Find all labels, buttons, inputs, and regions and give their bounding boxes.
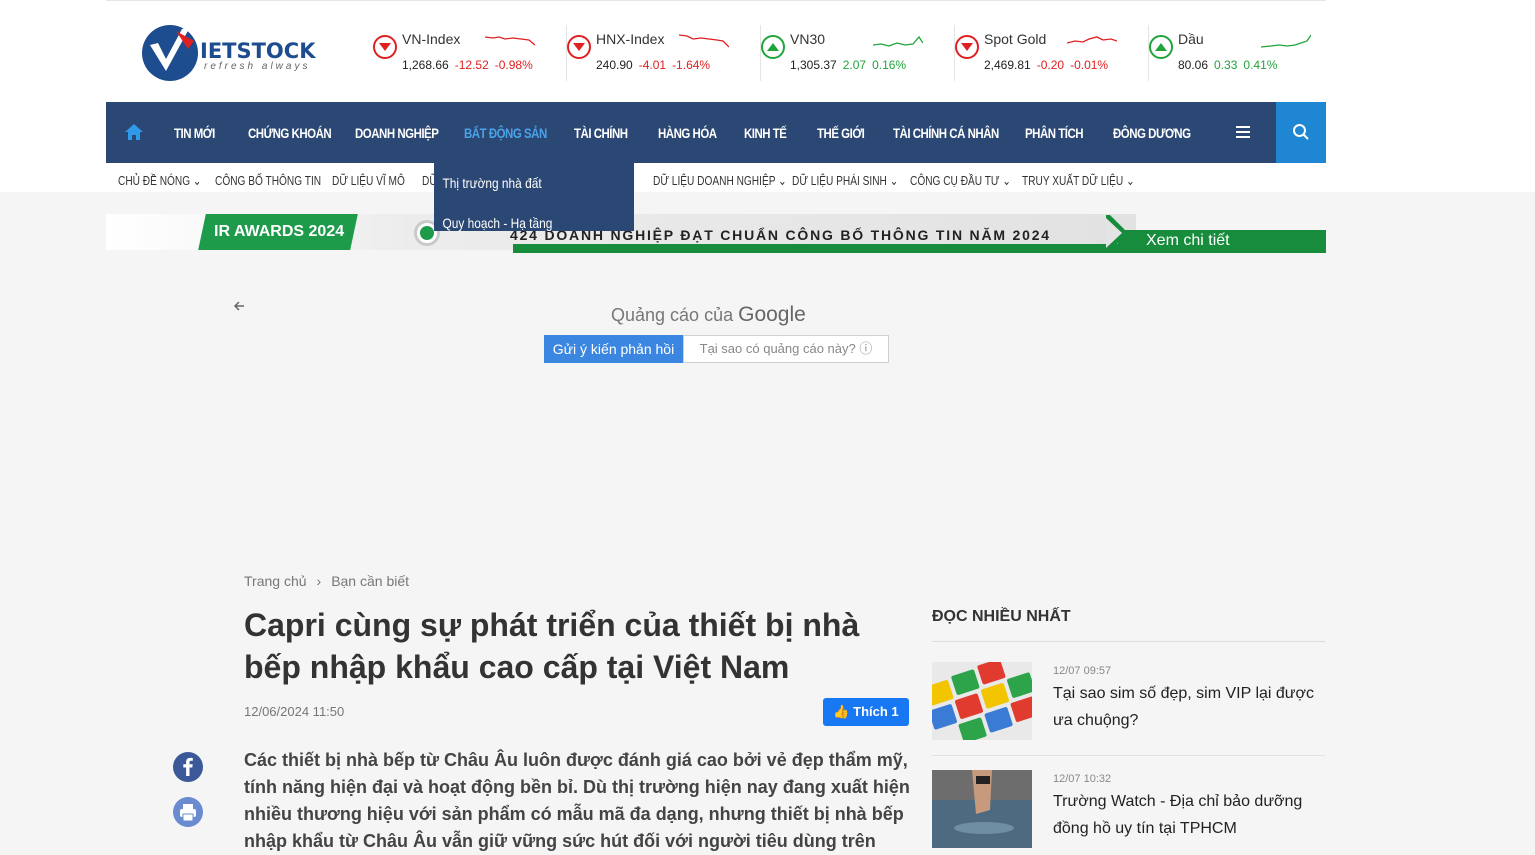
breadcrumb: Trang chủ › Bạn cần biết [244, 573, 409, 589]
sparkline [1261, 34, 1311, 48]
vietstock-logo[interactable]: IETSTOCK refresh always [140, 21, 330, 83]
main-nav: TIN MỚI CHỨNG KHOÁN DOANH NGHIỆP BẤT ĐỘN… [106, 102, 1326, 163]
sub-nav: CHỦ ĐỀ NÓNG ⌄ CÔNG BỐ THÔNG TIN DỮ LIỆU … [106, 163, 1326, 195]
back-arrow-icon[interactable] [232, 299, 246, 313]
ticker-pct: 0.16% [872, 58, 907, 72]
up-arrow-icon [1149, 35, 1173, 59]
facebook-share-icon[interactable] [173, 752, 203, 782]
facebook-like-button[interactable]: 👍 Thích 1 [823, 698, 909, 726]
ticker-name: Dầu [1178, 31, 1204, 47]
ir-awards-banner[interactable]: IR AWARDS 2024 424 DOANH NGHIỆP ĐẠT CHUẨ… [106, 210, 1326, 254]
subnav-cong-bo-thong-tin[interactable]: CÔNG BỐ THÔNG TIN [215, 173, 321, 188]
subnav-du-lieu-doanh-nghiep[interactable]: DỮ LIỆU DOANH NGHIỆP ⌄ [653, 173, 787, 189]
ad-why-button[interactable]: Tại sao có quảng cáo này? ⓘ [683, 335, 889, 363]
down-arrow-icon [955, 35, 979, 59]
ticker-value: 1,268.66 [402, 58, 449, 72]
ticker-vn-index[interactable]: VN-Index 1,268.66 -12.52 -0.98% [373, 25, 567, 81]
ticker-change: 0.33 [1214, 58, 1238, 72]
print-icon[interactable] [173, 797, 203, 827]
sidebar-item-title[interactable]: Tại sao sim số đẹp, sim VIP lại được ưa … [1053, 680, 1325, 734]
nav-items: TIN MỚI CHỨNG KHOÁN DOANH NGHIỆP BẤT ĐỘN… [174, 102, 1209, 163]
logo-wordmark: IETSTOCK [200, 39, 316, 63]
ticker-vn30[interactable]: VN30 1,305.37 2.07 0.16% [761, 25, 955, 81]
ticker-name: VN-Index [402, 31, 461, 47]
sparkline [485, 36, 535, 46]
ticker-name: Spot Gold [984, 31, 1047, 47]
ticker-change: -12.52 [454, 58, 489, 72]
logo-globe-icon [142, 25, 198, 81]
article-date: 12/06/2024 11:50 [244, 704, 345, 719]
ticker-pct: -0.98% [494, 58, 533, 72]
sidebar-title: ĐỌC NHIỀU NHẤT [932, 608, 1071, 625]
ticker-pct: -0.01% [1070, 58, 1109, 72]
breadcrumb-home[interactable]: Trang chủ [244, 573, 307, 589]
thumbs-up-icon: 👍 [833, 704, 850, 719]
dropdown-quy-hoach-ha-tang[interactable]: Quy hoạch - Hạ tầng [434, 215, 604, 231]
sidebar-item[interactable]: 12/07 10:32 Trường Watch - Địa chỉ bảo d… [932, 770, 1325, 852]
nav-bat-dong-san[interactable]: BẤT ĐỘNG SẢN [464, 125, 549, 141]
ticker-name: VN30 [790, 31, 826, 47]
down-arrow-icon [567, 35, 591, 59]
ticker-change: 2.07 [842, 58, 867, 72]
nav-dong-duong[interactable]: ĐÔNG DƯƠNG [1113, 125, 1191, 141]
nav-dropdown-bat-dong-san: Thị trường nhà đất Quy hoạch - Hạ tầng [434, 163, 634, 231]
sidebar-item-time: 12/07 10:32 [1053, 773, 1112, 785]
ticker-oil[interactable]: Dầu 80.06 0.33 0.41% [1149, 25, 1343, 81]
sidebar-item[interactable]: 12/07 09:57 Tại sao sim số đẹp, sim VIP … [932, 662, 1325, 744]
subnav-du-lieu-phai-sinh[interactable]: DỮ LIỆU PHÁI SINH ⌄ [792, 173, 898, 189]
ticker-value: 80.06 [1178, 58, 1209, 72]
subnav-du-lieu-vi-mo[interactable]: DỮ LIỆU VĨ MÔ [332, 173, 405, 188]
dropdown-thi-truong-nha-dat[interactable]: Thị trường nhà đất [434, 175, 604, 191]
nav-chung-khoan[interactable]: CHỨNG KHOÁN [248, 125, 332, 141]
sim-cards-thumbnail [932, 662, 1032, 740]
home-icon[interactable] [124, 122, 144, 142]
ticker-name: HNX-Index [596, 31, 665, 47]
nav-tai-chinh-ca-nhan[interactable]: TÀI CHÍNH CÁ NHÂN [893, 125, 999, 141]
subnav-chu-de-nong[interactable]: CHỦ ĐỀ NÓNG ⌄ [118, 173, 201, 189]
nav-tai-chinh[interactable]: TÀI CHÍNH [574, 125, 638, 141]
up-arrow-icon [761, 35, 785, 59]
ticker-value: 240.90 [596, 58, 633, 72]
nav-the-gioi[interactable]: THẾ GIỚI [817, 125, 874, 141]
ticker-pct: -1.64% [672, 58, 711, 72]
sidebar-item-title[interactable]: Trường Watch - Địa chỉ bảo dưỡng đồng hồ… [1053, 788, 1325, 842]
ticker-change: -4.01 [638, 58, 667, 72]
hamburger-menu-icon[interactable] [1234, 122, 1254, 142]
nav-hang-hoa[interactable]: HÀNG HÓA [658, 125, 724, 141]
site-header: IETSTOCK refresh always VN-Index 1,268.6… [106, 0, 1326, 102]
sparkline [873, 35, 923, 47]
ticker-pct: 0.41% [1243, 58, 1278, 72]
breadcrumb-category[interactable]: Bạn cần biết [331, 573, 409, 589]
search-icon [1293, 124, 1309, 140]
ad-feedback-button[interactable]: Gửi ý kiến phản hồi [544, 335, 683, 363]
search-button[interactable] [1276, 102, 1326, 163]
ticker-value: 1,305.37 [790, 58, 837, 72]
nav-phan-tich[interactable]: PHÂN TÍCH [1025, 125, 1092, 141]
banner-cta-link[interactable]: Xem chi tiết [1146, 232, 1230, 250]
sparkline [1067, 36, 1117, 44]
article-title: Capri cùng sự phát triển của thiết bị nh… [244, 607, 860, 685]
ticker-value: 2,469.81 [984, 58, 1031, 72]
nav-tin-moi[interactable]: TIN MỚI [174, 125, 230, 141]
article-lead: Các thiết bị nhà bếp từ Châu Âu luôn đượ… [244, 750, 910, 851]
ticker-hnx-index[interactable]: HNX-Index 240.90 -4.01 -1.64% [567, 25, 761, 81]
ticker-spot-gold[interactable]: Spot Gold 2,469.81 -0.20 -0.01% [955, 25, 1149, 81]
chevron-right-icon [1106, 215, 1128, 251]
sidebar-item-time: 12/07 09:57 [1053, 665, 1112, 677]
ad-label: Quảng cáo của Google [611, 303, 806, 326]
sparkline [679, 34, 729, 48]
ticker-change: -0.20 [1036, 58, 1065, 72]
chevron-right-icon: › [316, 573, 322, 589]
nav-kinh-te[interactable]: KINH TẾ [744, 125, 799, 141]
logo-tagline: refresh always [204, 61, 311, 72]
nav-doanh-nghiep[interactable]: DOANH NGHIỆP [355, 125, 439, 141]
banner-award-label: IR AWARDS 2024 [214, 223, 345, 240]
subnav-truy-xuat-du-lieu[interactable]: TRUY XUẤT DỮ LIỆU ⌄ [1022, 173, 1135, 189]
subnav-cong-cu-dau-tu[interactable]: CÔNG CỤ ĐẦU TƯ ⌄ [910, 173, 1011, 189]
watch-water-thumbnail [932, 770, 1032, 848]
down-arrow-icon [373, 35, 397, 59]
